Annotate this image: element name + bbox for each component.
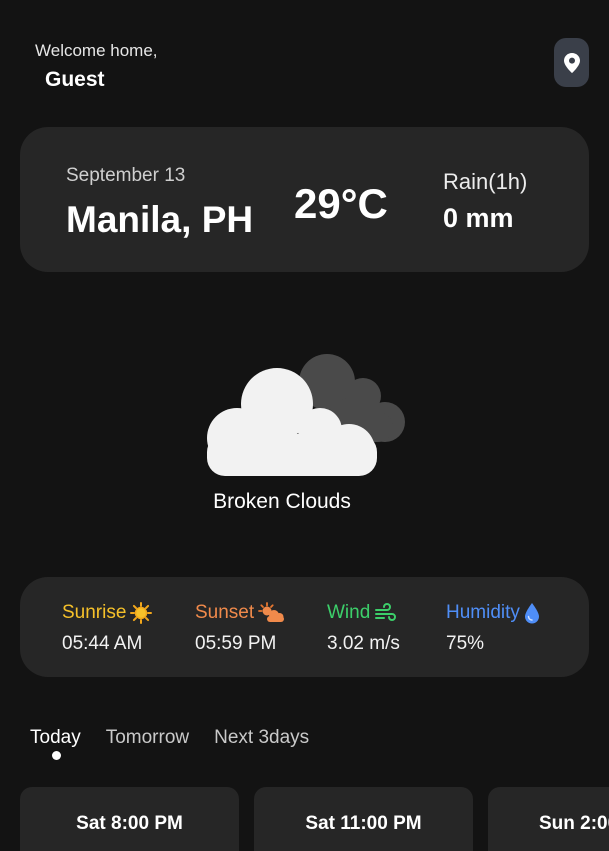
wind-stat: Wind 3.02 m/s [327, 601, 400, 655]
forecast-card[interactable]: Sun 2:00 AM [488, 787, 609, 851]
sunrise-label: Sunrise [62, 602, 127, 623]
tab-next-3days[interactable]: Next 3days [214, 727, 309, 749]
sunrise-value: 05:44 AM [62, 633, 143, 654]
sunset-value: 05:59 PM [195, 633, 277, 654]
weather-app: Welcome home, Guest September 13 Manila,… [0, 0, 609, 851]
forecast-card[interactable]: Sat 8:00 PM [20, 787, 239, 851]
forecast-time: Sat 8:00 PM [76, 813, 183, 834]
welcome-text: Welcome home, [35, 41, 158, 60]
temperature: 29°C [294, 180, 388, 227]
wind-label: Wind [327, 602, 371, 623]
forecast-tabs: Today Tomorrow Next 3days [30, 727, 309, 760]
current-weather-card: September 13 Manila, PH 29°C Rain(1h) 0 … [20, 127, 589, 272]
sunrise-stat: Sunrise 05:44 AM [62, 601, 153, 655]
forecast-time: Sat 11:00 PM [305, 813, 422, 834]
tab-tomorrow[interactable]: Tomorrow [106, 727, 189, 749]
rain-value: 0 mm [443, 203, 514, 233]
weather-stats-card: Sunrise 05:44 AM Sunset 05:59 PM Wind 3.… [20, 577, 589, 677]
wind-value: 3.02 m/s [327, 633, 400, 654]
weather-condition: Broken Clouds [213, 490, 351, 513]
forecast-card[interactable]: Sat 11:00 PM [254, 787, 473, 851]
location-pin-icon [563, 52, 580, 73]
tab-next-3days-label: Next 3days [214, 727, 310, 748]
droplet-icon [524, 603, 539, 624]
tab-today[interactable]: Today [30, 727, 81, 760]
humidity-label: Humidity [446, 602, 520, 623]
active-tab-indicator [52, 751, 61, 760]
tab-tomorrow-label: Tomorrow [105, 727, 190, 748]
sun-cloud-icon [258, 602, 285, 622]
rain-label: Rain(1h) [443, 169, 528, 194]
city-name: Manila, PH [66, 199, 254, 240]
tab-today-label: Today [30, 727, 81, 748]
humidity-stat: Humidity 75% [446, 601, 540, 655]
wind-icon [375, 603, 397, 621]
sunset-stat: Sunset 05:59 PM [195, 601, 286, 655]
humidity-value: 75% [446, 633, 485, 654]
user-name: Guest [45, 68, 105, 91]
broken-clouds-icon [207, 354, 405, 476]
current-date: September 13 [66, 165, 186, 186]
sunset-label: Sunset [195, 602, 255, 623]
location-button[interactable] [554, 38, 589, 87]
sun-icon [130, 602, 153, 624]
forecast-time: Sun 2:00 AM [539, 813, 609, 834]
